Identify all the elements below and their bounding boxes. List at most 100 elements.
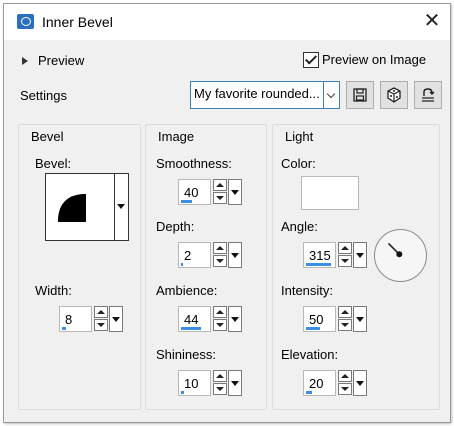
elevation-decrement-button[interactable] bbox=[338, 383, 352, 395]
intensity-label: Intensity: bbox=[281, 283, 334, 298]
angle-increment-button[interactable] bbox=[338, 242, 352, 254]
intensity-slider-dropdown[interactable] bbox=[353, 306, 367, 332]
angle-dial[interactable] bbox=[374, 229, 427, 282]
smoothness-value: 40 bbox=[184, 185, 199, 200]
elevation-label: Elevation: bbox=[281, 347, 339, 362]
image-group: Image Smoothness: 40 Depth: 2 Ambience: … bbox=[145, 124, 267, 410]
bevel-shape-dropdown-button[interactable] bbox=[115, 173, 129, 241]
intensity-level-bar bbox=[306, 327, 320, 330]
shininess-value: 10 bbox=[184, 376, 199, 391]
dialog-title: Inner Bevel bbox=[42, 14, 113, 30]
ambience-increment-button[interactable] bbox=[213, 306, 227, 318]
angle-value: 315 bbox=[309, 248, 331, 263]
bevel-shape-label: Bevel: bbox=[35, 156, 72, 171]
intensity-input[interactable]: 50 bbox=[303, 306, 336, 332]
width-slider-dropdown[interactable] bbox=[109, 306, 123, 332]
randomize-button[interactable] bbox=[380, 81, 408, 109]
preview-on-image-label: Preview on Image bbox=[322, 52, 427, 68]
depth-increment-button[interactable] bbox=[213, 242, 227, 254]
width-label: Width: bbox=[35, 283, 72, 298]
save-preset-button[interactable] bbox=[346, 81, 374, 109]
elevation-value: 20 bbox=[309, 376, 324, 391]
close-icon: ✕ bbox=[423, 10, 441, 32]
smoothness-label: Smoothness: bbox=[156, 156, 232, 171]
depth-decrement-button[interactable] bbox=[213, 255, 227, 267]
bevel-group-title: Bevel bbox=[31, 129, 64, 144]
angle-slider-dropdown[interactable] bbox=[353, 242, 367, 268]
width-decrement-button[interactable] bbox=[94, 319, 108, 331]
elevation-increment-button[interactable] bbox=[338, 370, 352, 382]
ambience-label: Ambience: bbox=[156, 283, 218, 298]
light-group: Light Color: Angle: 315 Intensity: 50 El… bbox=[272, 124, 440, 410]
expand-triangle-icon bbox=[22, 56, 28, 65]
width-increment-button[interactable] bbox=[94, 306, 108, 318]
smoothness-increment-button[interactable] bbox=[213, 179, 227, 191]
ambience-input[interactable]: 44 bbox=[178, 306, 211, 332]
shininess-spinner: 10 bbox=[178, 370, 243, 396]
shininess-level-bar bbox=[181, 391, 184, 394]
title-bar: Inner Bevel ✕ bbox=[4, 4, 450, 40]
shininess-label: Shininess: bbox=[156, 347, 216, 362]
bevel-shape-picker[interactable] bbox=[45, 173, 115, 241]
ambience-slider-dropdown[interactable] bbox=[228, 306, 242, 332]
intensity-increment-button[interactable] bbox=[338, 306, 352, 318]
light-group-title: Light bbox=[285, 129, 314, 144]
image-group-title: Image bbox=[158, 129, 195, 144]
elevation-level-bar bbox=[306, 391, 312, 394]
angle-label: Angle: bbox=[281, 219, 318, 234]
width-level-bar bbox=[62, 327, 66, 330]
ambience-spinner: 44 bbox=[178, 306, 243, 332]
depth-spinner: 2 bbox=[178, 242, 243, 268]
color-label: Color: bbox=[281, 156, 316, 171]
ambience-level-bar bbox=[181, 327, 201, 330]
ambience-value: 44 bbox=[184, 312, 199, 327]
intensity-value: 50 bbox=[309, 312, 324, 327]
preview-toggle[interactable]: Preview bbox=[22, 52, 84, 68]
width-value: 8 bbox=[65, 312, 73, 327]
smoothness-input[interactable]: 40 bbox=[178, 179, 211, 205]
depth-input[interactable]: 2 bbox=[178, 242, 211, 268]
depth-slider-dropdown[interactable] bbox=[228, 242, 242, 268]
app-icon bbox=[17, 14, 34, 29]
preview-label: Preview bbox=[38, 53, 85, 69]
elevation-slider-dropdown[interactable] bbox=[353, 370, 367, 396]
settings-label: Settings bbox=[20, 88, 67, 103]
width-input[interactable]: 8 bbox=[59, 306, 92, 332]
shininess-increment-button[interactable] bbox=[213, 370, 227, 382]
bevel-shape-preview-icon bbox=[58, 194, 86, 222]
bevel-group: Bevel Bevel: Width: 8 bbox=[18, 124, 141, 410]
light-color-swatch[interactable] bbox=[301, 176, 359, 210]
shininess-slider-dropdown[interactable] bbox=[228, 370, 242, 396]
preset-value: My favorite rounded... bbox=[190, 81, 324, 109]
chevron-down-icon bbox=[324, 81, 340, 109]
angle-level-bar bbox=[306, 263, 331, 266]
width-spinner: 8 bbox=[59, 306, 124, 332]
shininess-decrement-button[interactable] bbox=[213, 383, 227, 395]
close-button[interactable]: ✕ bbox=[420, 10, 444, 34]
elevation-spinner: 20 bbox=[303, 370, 368, 396]
checkbox-checked-icon bbox=[303, 51, 319, 68]
preview-on-image-checkbox[interactable]: Preview on Image bbox=[303, 51, 426, 68]
shininess-input[interactable]: 10 bbox=[178, 370, 211, 396]
intensity-spinner: 50 bbox=[303, 306, 368, 332]
angle-input[interactable]: 315 bbox=[303, 242, 336, 268]
ambience-decrement-button[interactable] bbox=[213, 319, 227, 331]
preset-dropdown[interactable]: My favorite rounded... bbox=[190, 81, 340, 109]
angle-decrement-button[interactable] bbox=[338, 255, 352, 267]
smoothness-spinner: 40 bbox=[178, 179, 243, 205]
reset-icon bbox=[422, 88, 435, 102]
angle-spinner: 315 bbox=[303, 242, 368, 268]
randomize-icon bbox=[387, 87, 401, 103]
elevation-input[interactable]: 20 bbox=[303, 370, 336, 396]
reset-button[interactable] bbox=[414, 81, 442, 109]
depth-label: Depth: bbox=[156, 219, 195, 234]
intensity-decrement-button[interactable] bbox=[338, 319, 352, 331]
inner-bevel-dialog: Inner Bevel ✕ Preview Preview on Image S… bbox=[3, 3, 451, 423]
smoothness-level-bar bbox=[181, 200, 192, 203]
smoothness-decrement-button[interactable] bbox=[213, 192, 227, 204]
smoothness-slider-dropdown[interactable] bbox=[228, 179, 242, 205]
depth-value: 2 bbox=[184, 248, 192, 263]
depth-level-bar bbox=[181, 263, 183, 266]
angle-dial-needle-icon bbox=[387, 242, 403, 258]
save-icon bbox=[353, 88, 367, 102]
